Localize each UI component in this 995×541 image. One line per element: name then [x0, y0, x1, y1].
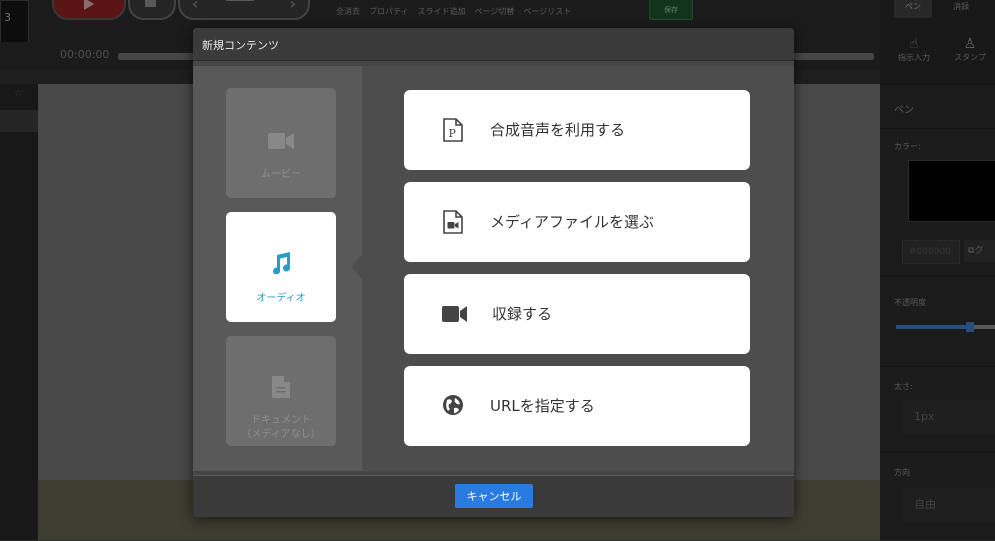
option-specify-url-label: URLを指定する	[490, 397, 595, 415]
category-document-label: ドキュメント （メディアなし）	[241, 415, 321, 440]
dialog-footer: キャンセル	[193, 475, 794, 517]
category-document[interactable]: ドキュメント （メディアなし）	[226, 336, 336, 446]
option-record[interactable]: 収録する	[404, 274, 750, 354]
video-camera-icon	[226, 132, 336, 154]
category-audio[interactable]: オーディオ	[226, 212, 336, 322]
category-audio-label: オーディオ	[256, 293, 306, 304]
dialog-header: 新規コンテンツ	[193, 28, 794, 61]
music-note-icon	[226, 252, 336, 278]
category-list: ムービー オーディオ ドキュメント （メディアなし）	[193, 66, 362, 471]
document-icon	[226, 376, 336, 402]
category-movie[interactable]: ムービー	[226, 88, 336, 198]
option-specify-url[interactable]: URLを指定する	[404, 366, 750, 446]
media-file-icon	[442, 210, 466, 234]
svg-text:P: P	[449, 127, 457, 140]
dialog-body: ムービー オーディオ ドキュメント （メディアなし） P 合成音声を利用する メ…	[193, 66, 794, 471]
p-document-icon: P	[442, 118, 466, 142]
option-record-label: 収録する	[492, 305, 553, 323]
video-camera-icon	[442, 302, 467, 326]
active-category-pointer	[351, 254, 363, 280]
category-movie-label: ムービー	[261, 169, 301, 180]
new-content-dialog: 新規コンテンツ ムービー オーディオ ドキュメント （メディアなし） P 合成音…	[193, 28, 794, 517]
globe-icon	[442, 394, 466, 418]
option-synthesized-voice-label: 合成音声を利用する	[490, 121, 626, 139]
dialog-title: 新規コンテンツ	[202, 39, 279, 52]
option-select-media-file[interactable]: メディアファイルを選ぶ	[404, 182, 750, 262]
cancel-button[interactable]: キャンセル	[455, 484, 533, 508]
option-synthesized-voice[interactable]: P 合成音声を利用する	[404, 90, 750, 170]
option-select-media-file-label: メディアファイルを選ぶ	[490, 213, 654, 231]
